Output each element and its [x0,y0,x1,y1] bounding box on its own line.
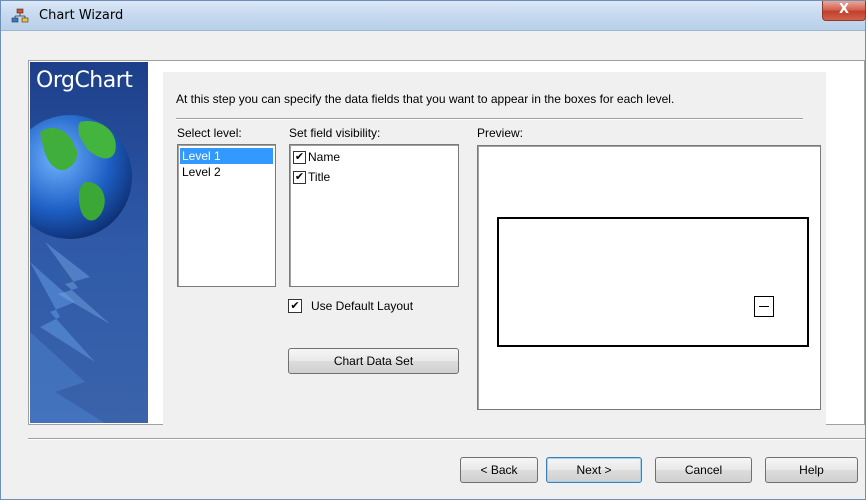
field-row-name[interactable]: ✔ Name [293,149,340,165]
back-button[interactable]: < Back [460,457,538,483]
use-default-layout-checkbox[interactable]: ✔ [288,299,302,313]
help-button[interactable]: Help [765,457,858,483]
field-label-title: Title [308,170,331,184]
name-checkbox[interactable]: ✔ [293,150,306,164]
level-item-2[interactable]: Level 2 [180,164,273,180]
preview-org-box [497,217,809,347]
level-item-1[interactable]: Level 1 [180,148,273,164]
collapse-icon[interactable] [754,296,774,317]
preview-label: Preview: [477,126,524,140]
field-row-title[interactable]: ✔ Title [293,169,330,185]
chart-wizard-window: Chart Wizard X OrgChart At this step you… [0,0,866,500]
select-level-label: Select level: [177,126,242,140]
footer-separator [28,438,865,440]
banner-title: OrgChart [36,68,133,93]
instruction-separator [176,118,803,120]
close-button[interactable]: X [822,1,866,21]
next-button[interactable]: Next > [546,457,642,483]
field-visibility-label: Set field visibility: [289,126,381,140]
field-visibility-list[interactable]: ✔ Name ✔ Title [289,144,459,287]
window-title: Chart Wizard [39,8,124,23]
globe-arrows-artwork [30,115,132,423]
use-default-layout-label: Use Default Layout [311,299,414,313]
close-icon: X [838,2,850,17]
title-bar: Chart Wizard X [1,1,866,31]
cancel-button[interactable]: Cancel [655,457,752,483]
field-label-name: Name [308,150,341,164]
step-instruction: At this step you can specify the data fi… [176,92,675,106]
use-default-layout-option[interactable]: ✔ Use Default Layout [288,299,413,313]
orgchart-banner: OrgChart [30,62,148,423]
chart-data-set-button[interactable]: Chart Data Set [288,348,459,374]
level-listbox[interactable]: Level 1 Level 2 [177,144,276,287]
title-checkbox[interactable]: ✔ [293,170,306,184]
org-chart-app-icon [11,8,29,24]
